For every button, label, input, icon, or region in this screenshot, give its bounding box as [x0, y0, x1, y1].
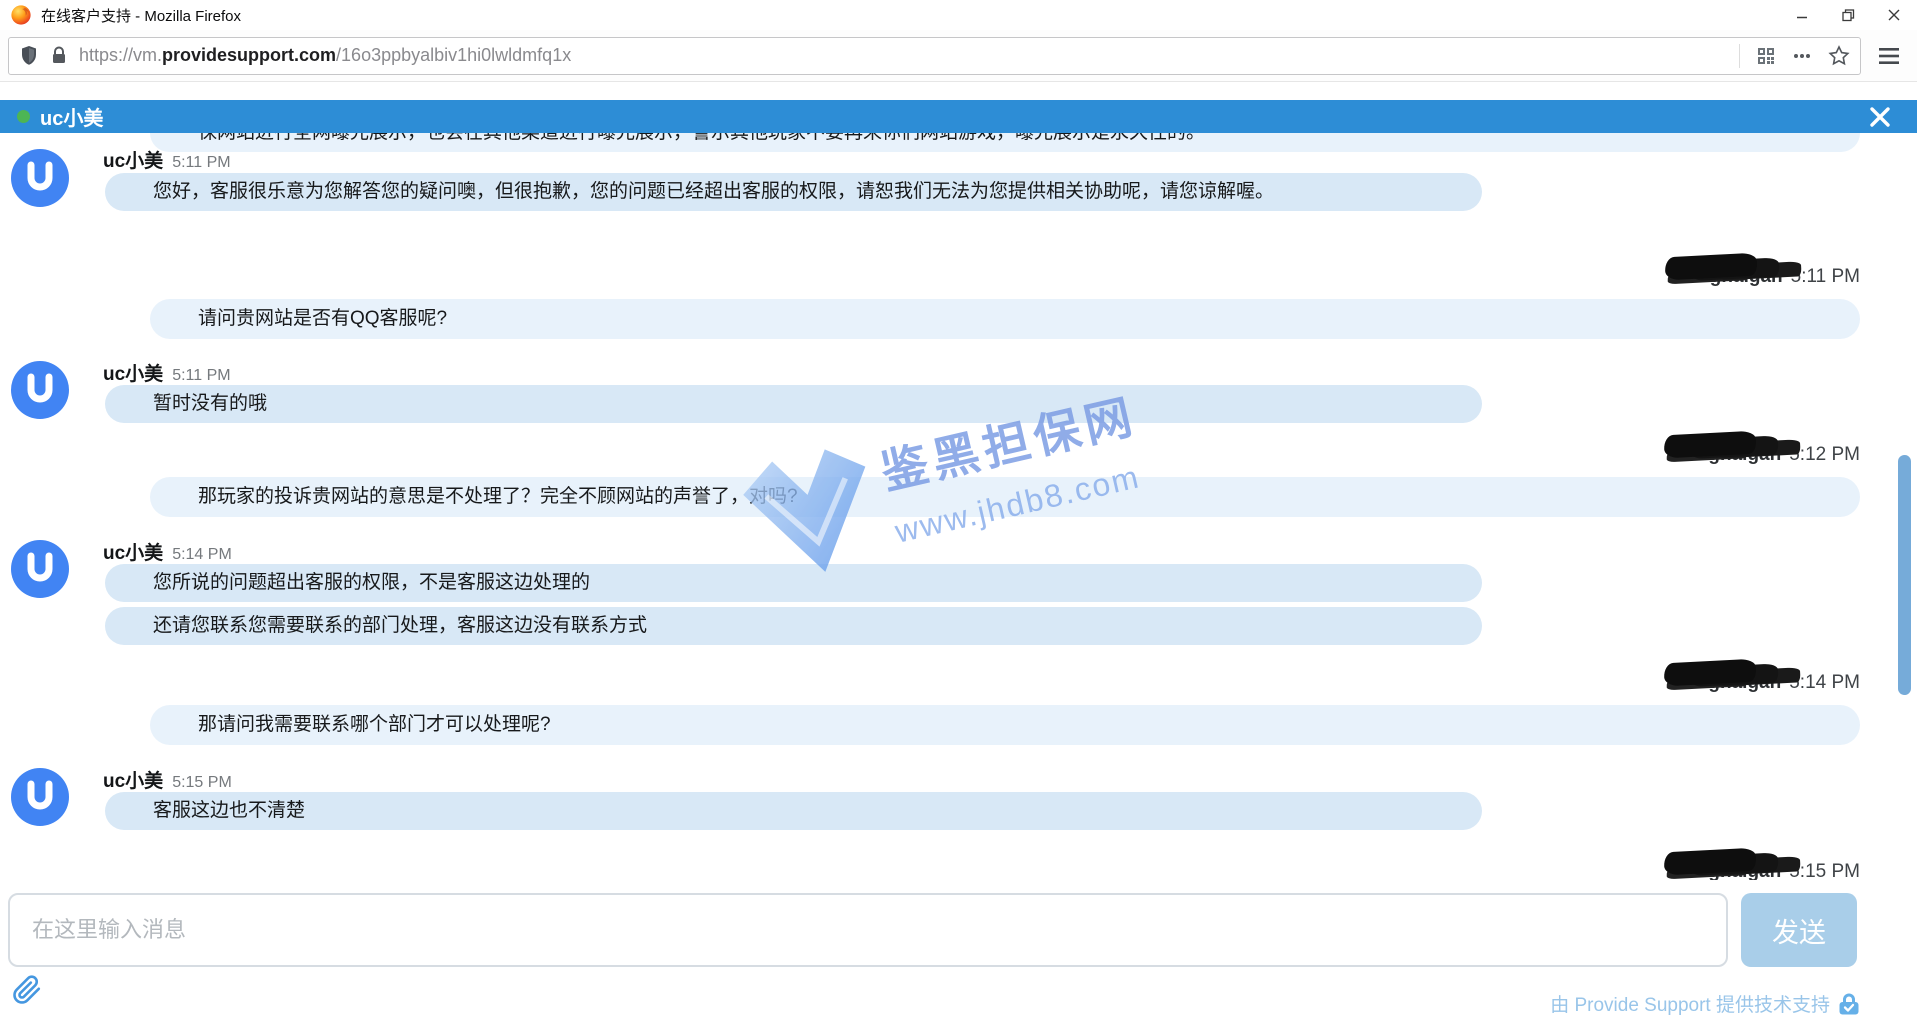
message-input[interactable] — [8, 893, 1728, 967]
chat-scrollbar-thumb[interactable] — [1898, 455, 1911, 695]
tracking-protection-shield-icon[interactable] — [19, 45, 39, 67]
agent-avatar — [11, 149, 69, 207]
agent-name: uc小美 — [103, 359, 163, 386]
address-bar[interactable]: https://vm.providesupport.com/16o3ppbyal… — [8, 37, 1861, 75]
close-window-button[interactable] — [1871, 0, 1917, 30]
online-status-dot — [17, 110, 30, 123]
chat-message-agent: 客服这边也不清楚 — [105, 792, 1482, 830]
chat-composer: 发送 由 Provide Support 提供技术支持 — [0, 880, 1917, 1020]
url-domain: providesupport.com — [162, 45, 336, 65]
chat-header: uc小美 — [0, 100, 1917, 133]
url-text: https://vm.providesupport.com/16o3ppbyal… — [79, 45, 571, 66]
visitor-message-meta: dinghaigan 5:11 PM — [1681, 266, 1860, 290]
message-time: 5:14 PM — [172, 546, 232, 564]
agent-avatar — [11, 768, 69, 826]
window-titlebar: 在线客户支持 - Mozilla Firefox — [0, 0, 1917, 30]
minimize-button[interactable] — [1779, 0, 1825, 30]
visitor-message-meta: dinghaigan 5:12 PM — [1680, 444, 1860, 468]
chat-message-visitor-clipped: 保网站进行全网曝光展示，也会在其他渠道进行曝光展示，警示其他玩家不要再来你们网站… — [150, 133, 1860, 152]
padlock-icon[interactable] — [51, 46, 67, 66]
bookmark-star-icon[interactable] — [1828, 45, 1850, 67]
menu-button[interactable] — [1869, 37, 1909, 75]
chat-agent-name: uc小美 — [40, 102, 103, 131]
firefox-icon — [10, 4, 32, 26]
browser-toolbar: https://vm.providesupport.com/16o3ppbyal… — [0, 30, 1917, 82]
redaction-scribble — [1663, 659, 1756, 687]
agent-name: uc小美 — [103, 146, 163, 173]
message-time: 5:14 PM — [1789, 672, 1860, 694]
chat-message-visitor: 那请问我需要联系哪个部门才可以处理呢? — [150, 705, 1860, 745]
visitor-message-meta: dinghaigan 5:14 PM — [1680, 672, 1860, 696]
secure-lock-icon — [1838, 992, 1860, 1016]
close-chat-button[interactable] — [1869, 106, 1891, 128]
qr-code-icon[interactable] — [1739, 44, 1776, 68]
message-time: 5:12 PM — [1789, 444, 1860, 466]
message-time: 5:11 PM — [172, 367, 230, 385]
redaction-scribble — [1663, 848, 1756, 876]
agent-message-meta: uc小美 5:15 PM — [103, 766, 232, 792]
visitor-name: dinghaigan — [1681, 266, 1782, 288]
paperclip-icon — [12, 975, 42, 1005]
attach-file-button[interactable] — [12, 974, 44, 1006]
redaction-scribble — [1663, 431, 1756, 459]
chat-message-agent: 暂时没有的哦 — [105, 385, 1482, 423]
window-controls — [1779, 0, 1917, 30]
visitor-name: dinghaigan — [1680, 672, 1781, 694]
url-path: /16o3ppbyalbiv1hi0lwldmfq1x — [336, 45, 571, 65]
message-time: 5:15 PM — [172, 774, 232, 792]
chat-message-agent: 您所说的问题超出客服的权限，不是客服这边处理的 — [105, 564, 1482, 602]
chat-message-visitor: 请问贵网站是否有QQ客服呢? — [150, 299, 1860, 339]
agent-name: uc小美 — [103, 538, 163, 565]
message-time: 5:11 PM — [172, 154, 230, 172]
redaction-scribble — [1665, 253, 1758, 281]
url-scheme: https://vm. — [79, 45, 162, 65]
chat-message-agent: 您好，客服很乐意为您解答您的疑问噢，但很抱歉，您的问题已经超出客服的权限，请恕我… — [105, 173, 1482, 211]
agent-name: uc小美 — [103, 766, 163, 793]
agent-message-meta: uc小美 5:11 PM — [103, 359, 231, 385]
powered-by-text: 由 Provide Support 提供技术支持 — [1550, 990, 1830, 1017]
restore-button[interactable] — [1825, 0, 1871, 30]
address-bar-actions — [1723, 44, 1850, 68]
agent-message-meta: uc小美 5:14 PM — [103, 538, 232, 564]
message-time: 5:11 PM — [1791, 266, 1860, 288]
powered-by-link[interactable]: 由 Provide Support 提供技术支持 — [1550, 990, 1860, 1017]
agent-avatar — [11, 361, 69, 419]
page-actions-icon[interactable] — [1792, 46, 1812, 66]
chat-message-visitor: 那玩家的投诉贵网站的意思是不处理了？完全不顾网站的声誉了，对吗? — [150, 477, 1860, 517]
window-title: 在线客户支持 - Mozilla Firefox — [41, 5, 241, 26]
agent-message-meta: uc小美 5:11 PM — [103, 146, 231, 172]
firefox-window: 在线客户支持 - Mozilla Firefox — [0, 0, 1917, 1020]
chat-message-agent: 还请您联系您需要联系的部门处理，客服这边没有联系方式 — [105, 607, 1482, 645]
agent-avatar — [11, 540, 69, 598]
send-button[interactable]: 发送 — [1741, 893, 1857, 967]
visitor-name: dinghaigan — [1680, 444, 1781, 466]
